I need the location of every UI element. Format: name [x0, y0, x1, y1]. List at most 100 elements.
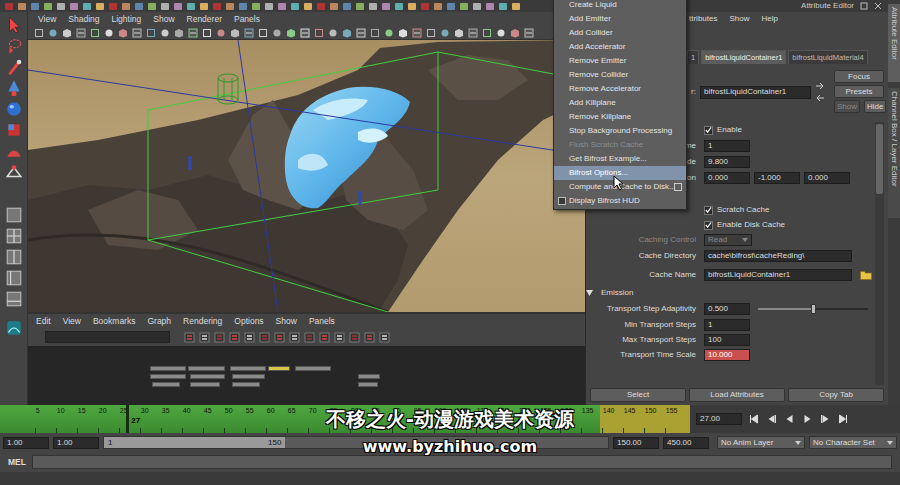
single-view-icon[interactable] [5, 206, 23, 224]
node-name-field[interactable]: bifrostLiquidContainer1 [700, 86, 811, 99]
menu-item[interactable]: Get Bifrost Example... [554, 152, 686, 166]
container-bounding-box[interactable] [148, 52, 585, 312]
liquid-mesh[interactable] [285, 87, 410, 208]
checkbox[interactable] [704, 221, 713, 230]
slider-track[interactable] [758, 308, 868, 310]
menu-item[interactable]: Remove Collider [554, 68, 686, 82]
menu-item[interactable]: View [57, 316, 87, 326]
range-handle[interactable]: 1150 [104, 437, 285, 448]
character-set-dropdown[interactable]: No Character Set [809, 436, 897, 449]
bifrost-icon[interactable] [5, 319, 23, 337]
menu-item[interactable]: Create Liquid [554, 0, 686, 12]
expand-triangle-icon[interactable] [586, 290, 593, 296]
shelf-tool-icon[interactable] [277, 2, 287, 11]
node-editor-tool-icon[interactable] [184, 332, 195, 343]
shelf-tool-icon[interactable] [511, 2, 521, 11]
shelf-tool-icon[interactable] [134, 2, 144, 11]
shelf-tool-icon[interactable] [329, 2, 339, 11]
anim-layer-dropdown[interactable]: No Anim Layer [717, 436, 805, 449]
shelf-tool-icon[interactable] [173, 2, 183, 11]
menu-item[interactable]: Help [761, 14, 777, 24]
playback-start-field[interactable]: 1.00 [53, 437, 99, 449]
scrollbar[interactable] [875, 122, 884, 385]
viewport-tool-icon[interactable] [244, 28, 254, 38]
menu-item[interactable]: ttributes [689, 14, 717, 24]
start-time-field[interactable]: 1.00 [3, 437, 49, 449]
menu-item[interactable]: Add Collider [554, 26, 686, 40]
shelf-tool-icon[interactable] [95, 2, 105, 11]
select-arrow-icon[interactable] [5, 16, 23, 34]
float-panel-icon[interactable] [860, 2, 868, 10]
node-editor-tool-icon[interactable] [379, 332, 390, 343]
value-field[interactable]: 0.000 [804, 172, 850, 184]
shelf-tool-icon[interactable] [147, 2, 157, 11]
shelf-tool-icon[interactable] [238, 2, 248, 11]
viewport-tool-icon[interactable] [146, 28, 156, 38]
viewport-tool-icon[interactable] [384, 28, 394, 38]
node-editor-tool-icon[interactable] [304, 332, 315, 343]
shelf-tool-icon[interactable] [186, 2, 196, 11]
viewport-tool-icon[interactable] [412, 28, 422, 38]
shelf-tool-icon[interactable] [264, 2, 274, 11]
shelf-tool-icon[interactable] [69, 2, 79, 11]
bottom-button[interactable]: Load Attributes [689, 388, 785, 402]
timeline-ruler[interactable]: 5101520253035404550556065707580859095100… [0, 405, 690, 433]
viewport-tool-icon[interactable] [398, 28, 408, 38]
graph-node[interactable] [150, 366, 186, 371]
input-connection-icon[interactable] [815, 82, 825, 90]
value-field[interactable]: 100 [704, 334, 750, 346]
viewport-tool-icon[interactable] [426, 28, 436, 38]
viewport-tool-icon[interactable] [440, 28, 450, 38]
graph-node[interactable] [230, 366, 266, 371]
viewport-tool-icon[interactable] [76, 28, 86, 38]
graph-view-icon[interactable] [5, 290, 23, 308]
value-field[interactable]: 1 [704, 140, 750, 152]
menu-item[interactable]: Add Accelerator [554, 40, 686, 54]
checkbox-label[interactable]: Enable Disk Cache [717, 220, 785, 230]
move-icon[interactable] [5, 79, 23, 97]
menu-item[interactable]: Show [270, 316, 303, 326]
graph-node[interactable] [268, 366, 290, 371]
viewport-tool-icon[interactable] [132, 28, 142, 38]
menu-item[interactable]: Shading [62, 14, 105, 24]
viewport-tool-icon[interactable] [230, 28, 240, 38]
text-field[interactable]: cache\bifrost\cacheReding\ [704, 250, 852, 262]
menu-item[interactable]: Remove Killplane [554, 110, 686, 124]
shelf-tool-icon[interactable] [43, 2, 53, 11]
shelf-tool-icon[interactable] [108, 2, 118, 11]
menu-item[interactable]: Bifrost Options... [554, 166, 686, 180]
value-field[interactable]: 1 [704, 319, 750, 331]
option-box-icon[interactable] [674, 183, 682, 191]
go-to-start-icon[interactable] [747, 414, 760, 424]
viewport-tool-icon[interactable] [300, 28, 310, 38]
viewport-tool-icon[interactable] [356, 28, 366, 38]
shelf-tool-icon[interactable] [56, 2, 66, 11]
menu-item[interactable]: Remove Accelerator [554, 82, 686, 96]
viewport-tool-icon[interactable] [48, 28, 58, 38]
menu-item[interactable]: Rendering [177, 316, 228, 326]
node-tab[interactable]: 1 [687, 50, 699, 64]
node-editor-tool-icon[interactable] [319, 332, 330, 343]
slider-handle[interactable] [811, 304, 816, 314]
viewport-tool-icon[interactable] [454, 28, 464, 38]
viewport-tool-icon[interactable] [34, 28, 44, 38]
rotate-icon[interactable] [5, 100, 23, 118]
shelf-tool-icon[interactable] [290, 2, 300, 11]
shelf-tool-icon[interactable] [4, 2, 14, 11]
bottom-button[interactable]: Copy Tab [788, 388, 884, 402]
viewport-tool-icon[interactable] [524, 28, 534, 38]
play-backward-icon[interactable] [783, 414, 796, 424]
node-editor-tool-icon[interactable] [274, 332, 285, 343]
scrollbar-thumb[interactable] [876, 124, 883, 194]
range-bar[interactable]: 1150 [103, 436, 609, 449]
graph-node[interactable] [358, 374, 380, 379]
graph-node[interactable] [358, 382, 378, 387]
graph-node[interactable] [190, 382, 220, 387]
viewport-tool-icon[interactable] [160, 28, 170, 38]
menu-item[interactable]: Lighting [105, 14, 147, 24]
viewport-tool-icon[interactable] [202, 28, 212, 38]
viewport-tool-icon[interactable] [174, 28, 184, 38]
current-frame-marker[interactable] [126, 405, 129, 433]
viewport-tool-icon[interactable] [90, 28, 100, 38]
shelf-tool-icon[interactable] [355, 2, 365, 11]
